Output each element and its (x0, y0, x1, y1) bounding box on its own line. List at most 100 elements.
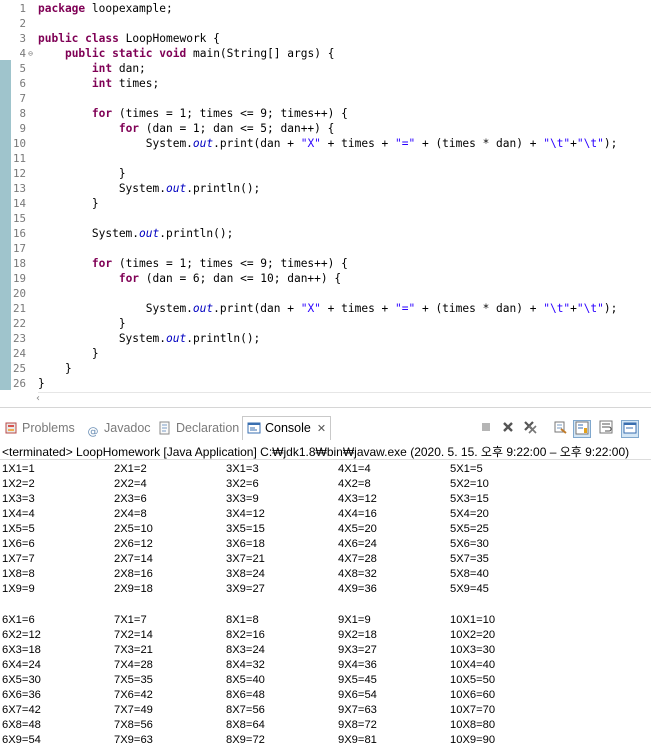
line-number: 7 (19, 92, 26, 105)
console-value: 8X2=16 (226, 629, 265, 641)
console-value: 10X1=10 (450, 614, 496, 626)
line-number: 11 (12, 152, 26, 165)
code-text: public class LoopHomework { (38, 32, 220, 45)
problems-icon (5, 422, 17, 434)
stop-icon[interactable] (477, 420, 495, 438)
console-value: 1X6=6 (2, 538, 35, 550)
console-value: 9X8=72 (338, 719, 377, 731)
console-value: 9X4=36 (338, 659, 377, 671)
clear-console-icon[interactable] (551, 420, 569, 438)
console-value: 2X3=6 (114, 493, 147, 505)
code-line: 3 public class LoopHomework { (0, 31, 651, 46)
editor-horizontal-scrollbar[interactable]: ‹ (36, 392, 651, 406)
console-value: 3X2=6 (226, 478, 259, 490)
console-line: 6X8=48 7X8=56 8X8=64 9X8=72 10X8=80 (2, 718, 651, 733)
console-line: 1X6=6 2X6=12 3X6=18 4X6=24 5X6=30 (2, 537, 651, 552)
code-line: 7 (0, 91, 651, 106)
tab-label: Declaration (176, 421, 240, 435)
code-text: } (38, 317, 126, 330)
console-line: 1X8=8 2X8=16 3X8=24 4X8=32 5X8=40 (2, 567, 651, 582)
tab-console[interactable]: Console ✕ (242, 416, 332, 440)
console-value: 3X6=18 (226, 538, 265, 550)
fold-collapse-icon[interactable]: ⊖ (26, 49, 35, 58)
tab-javadoc[interactable]: @ Javadoc (84, 418, 151, 438)
console-value: 6X7=42 (2, 704, 41, 716)
code-text: package loopexample; (38, 2, 173, 15)
console-value: 3X3=9 (226, 493, 259, 505)
console-line: 1X2=2 2X2=4 3X2=6 4X2=8 5X2=10 (2, 477, 651, 492)
remove-all-terminated-icon[interactable] (521, 420, 539, 438)
console-value: 1X2=2 (2, 478, 35, 490)
console-value: 4X8=32 (338, 568, 377, 580)
code-text: System.out.println(); (38, 227, 234, 240)
console-output[interactable]: 1X1=1 2X1=2 3X1=3 4X1=4 5X1=5 1X2=2 2X2=4 3X2=6… (2, 462, 651, 748)
console-value: 4X5=20 (338, 523, 377, 535)
code-text: } (38, 377, 45, 390)
console-value: 3X4=12 (226, 508, 265, 520)
remove-launch-icon[interactable] (499, 420, 517, 438)
console-value: 2X7=14 (114, 553, 153, 565)
line-number: 13 (12, 182, 26, 195)
console-line: 6X1=6 7X1=7 8X1=8 9X1=9 10X1=10 (2, 613, 651, 628)
console-value: 5X1=5 (450, 463, 483, 475)
word-wrap-icon[interactable] (597, 420, 615, 438)
tab-declaration[interactable]: Declaration (156, 418, 239, 438)
console-value: 2X4=8 (114, 508, 147, 520)
console-value: 9X5=45 (338, 674, 377, 686)
code-lines: 1 package loopexample; 2 3 public class Loop… (0, 1, 651, 391)
tab-problems[interactable]: Problems (2, 418, 75, 438)
console-value: 4X2=8 (338, 478, 371, 490)
console-value: 10X7=70 (450, 704, 496, 716)
console-value: 7X3=21 (114, 644, 153, 656)
console-value: 10X4=40 (450, 659, 496, 671)
line-number: 18 (12, 257, 26, 270)
code-editor[interactable]: 1 package loopexample; 2 3 public class Loop… (0, 0, 651, 392)
line-number: 1 (19, 2, 26, 15)
console-value: 7X7=49 (114, 704, 153, 716)
close-icon[interactable]: ✕ (317, 423, 326, 435)
console-value: 2X5=10 (114, 523, 153, 535)
line-number: 10 (12, 137, 26, 150)
console-value: 2X8=16 (114, 568, 153, 580)
console-value: 1X9=9 (2, 583, 35, 595)
console-value: 4X4=16 (338, 508, 377, 520)
code-line: 16 System.out.println(); (0, 226, 651, 241)
console-line: 6X6=36 7X6=42 8X6=48 9X6=54 10X6=60 (2, 688, 651, 703)
line-number: 12 (12, 167, 26, 180)
code-text: for (times = 1; times <= 9; times++) { (91, 107, 348, 120)
console-value: 4X9=36 (338, 583, 377, 595)
console-value: 4X7=28 (338, 553, 377, 565)
console-value: 7X9=63 (114, 734, 153, 746)
console-value: 9X2=18 (338, 629, 377, 641)
console-value: 10X5=50 (450, 674, 496, 686)
line-number: 24 (12, 347, 26, 360)
line-number: 15 (12, 212, 26, 225)
code-line: 12 } (0, 166, 651, 181)
console-value: 5X6=30 (450, 538, 489, 550)
code-line: 9 for (dan = 1; dan <= 5; dan++) { (0, 121, 651, 136)
console-value: 10X8=80 (450, 719, 496, 731)
tab-label: Javadoc (104, 421, 151, 435)
console-value: 8X9=72 (226, 734, 265, 746)
console-value: 8X1=8 (226, 614, 259, 626)
code-line: 15 (0, 211, 651, 226)
console-line: 6X2=12 7X2=14 8X2=16 9X2=18 10X2=20 (2, 628, 651, 643)
console-value: 5X9=45 (450, 583, 489, 595)
code-line: 2 (0, 16, 651, 31)
code-text: for (times = 1; times <= 9; times++) { (91, 257, 348, 270)
console-value: 10X9=90 (450, 734, 496, 746)
console-value: 1X7=7 (2, 553, 35, 565)
code-line: 6 int times; (0, 76, 651, 91)
code-text: System.out.println(); (38, 332, 261, 345)
scroll-left-icon[interactable]: ‹ (36, 393, 40, 404)
console-value: 9X3=27 (338, 644, 377, 656)
bottom-views-panel: Problems @ Javadoc Declaration Console ✕ (0, 407, 651, 748)
console-value: 7X8=56 (114, 719, 153, 731)
scroll-lock-icon[interactable] (573, 420, 591, 438)
console-value: 6X1=6 (2, 614, 35, 626)
tab-label: Problems (22, 421, 75, 435)
open-console-icon[interactable] (621, 420, 639, 438)
code-text: public static void main(String[] args) { (64, 47, 335, 60)
code-line: 19 for (dan = 6; dan <= 10; dan++) { (0, 271, 651, 286)
